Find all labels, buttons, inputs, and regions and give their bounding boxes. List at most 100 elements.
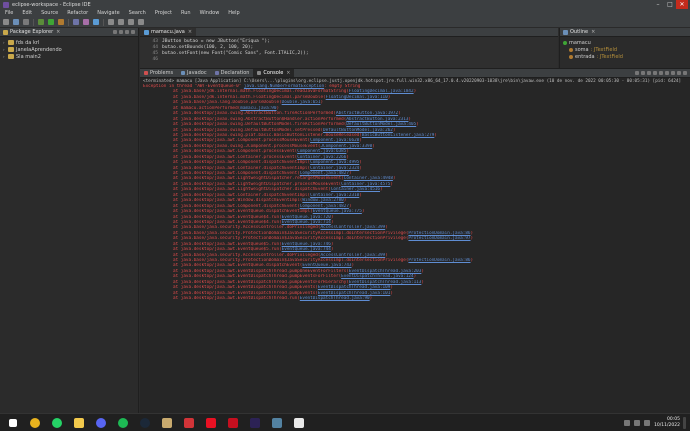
maximize-button[interactable]: □ (664, 0, 676, 9)
menu-search[interactable]: Search (129, 10, 146, 16)
source-link[interactable]: EventDispatchThread.java:109 (318, 285, 390, 290)
source-link[interactable]: JComponent.java:3398 (320, 144, 372, 149)
debug-icon[interactable] (38, 19, 44, 25)
tab-console[interactable]: Console × (253, 69, 295, 77)
source-link[interactable]: DefaultButtonModel.java:405 (346, 122, 416, 127)
new-package-icon[interactable] (83, 19, 89, 25)
source-link[interactable]: ProtectionDomain.java:86 (408, 258, 470, 263)
source-link[interactable]: EventQueue.java:744 (282, 247, 331, 252)
close-icon[interactable]: × (286, 70, 290, 76)
app-red3-icon[interactable] (224, 414, 242, 431)
source-link[interactable]: EventDispatchThread.java:101 (318, 291, 390, 296)
source-link[interactable]: EventQueue.java:743 (302, 263, 351, 268)
show-hidden-icons-icon[interactable] (624, 419, 631, 426)
source-link[interactable]: Container.java:4948 (344, 176, 393, 181)
menu-file[interactable]: File (5, 10, 13, 16)
menu-navigate[interactable]: Navigate (97, 10, 119, 16)
outline-item[interactable]: soma : JTextField (563, 46, 687, 53)
collapse-all-icon[interactable] (113, 30, 117, 34)
forward-icon[interactable] (138, 19, 144, 25)
chrome-icon[interactable] (26, 414, 44, 431)
menu-help[interactable]: Help (228, 10, 239, 16)
source-link[interactable]: Double.java:651 (282, 100, 321, 105)
view-menu-icon[interactable] (125, 30, 129, 34)
close-icon[interactable]: × (56, 29, 60, 35)
source-link[interactable]: EventDispatchThread.java:203 (349, 269, 421, 274)
source-link[interactable]: AbstractButton.java:1972 (336, 111, 398, 116)
source-link[interactable]: EventDispatchThread.java:113 (349, 280, 421, 285)
steam-icon[interactable] (136, 414, 154, 431)
source-link[interactable]: AccessController.java:399 (320, 225, 385, 230)
file-explorer-icon[interactable] (70, 414, 88, 431)
source-link[interactable]: FloatingDecimal.java:1842 (349, 89, 414, 94)
source-link[interactable]: AccessController.java:399 (320, 253, 385, 258)
tree-item-project[interactable]: › fds da krl (3, 39, 135, 46)
source-link[interactable]: Component.java:4827 (300, 204, 349, 209)
source-link[interactable]: FloatingDecimal.java:110 (326, 95, 388, 100)
clear-console-icon[interactable] (647, 71, 651, 75)
source-link[interactable]: Component.java:4827 (300, 171, 349, 176)
tree-item-project[interactable]: › JanelaAprendendo (3, 46, 135, 53)
editor-tab-mamacu[interactable]: mamacu.java × (140, 28, 197, 36)
network-icon[interactable] (634, 419, 641, 426)
run-icon[interactable] (48, 19, 54, 25)
minimize-button[interactable]: – (652, 0, 664, 9)
source-link[interactable]: Component.java:6620 (310, 138, 359, 143)
minimize-icon[interactable] (677, 71, 681, 75)
remove-launch-icon[interactable] (641, 71, 645, 75)
scroll-lock-icon[interactable] (653, 71, 657, 75)
source-link[interactable]: EventDispatchThread.java:90 (300, 296, 370, 301)
menu-run[interactable]: Run (181, 10, 191, 16)
source-link[interactable]: Window.java:2780 (302, 198, 343, 203)
tab-problems[interactable]: Problems (140, 69, 177, 77)
app-red2-icon[interactable] (202, 414, 220, 431)
source-link[interactable]: Component.java:6385 (297, 149, 346, 154)
source-link[interactable]: EventDispatchThread.java:124 (341, 274, 413, 279)
volume-icon[interactable] (644, 419, 651, 426)
app-red-icon[interactable] (180, 414, 198, 431)
menu-window[interactable]: Window (200, 10, 220, 16)
source-link[interactable]: Container.java:2310 (310, 193, 359, 198)
league-icon[interactable] (158, 414, 176, 431)
clock[interactable]: 00:05 10/11/2022 (654, 417, 680, 429)
tab-javadoc[interactable]: Javadoc (177, 69, 211, 77)
source-link[interactable]: Component.java:4995 (310, 160, 359, 165)
close-icon[interactable]: × (188, 29, 192, 35)
terminal-icon[interactable] (290, 414, 308, 431)
open-type-icon[interactable] (118, 19, 124, 25)
view-menu-icon[interactable] (671, 71, 675, 75)
source-link[interactable]: BasicButtonListener.java:279 (362, 133, 434, 138)
menu-edit[interactable]: Edit (22, 10, 32, 16)
pin-console-icon[interactable] (659, 71, 663, 75)
show-desktop-button[interactable] (683, 416, 686, 429)
java-icon[interactable] (268, 414, 286, 431)
code-area[interactable]: 43 JButton butao = new JButton("Eriqua "… (140, 37, 558, 63)
source-link[interactable]: Container.java:2266 (297, 155, 346, 160)
menu-source[interactable]: Source (41, 10, 58, 16)
save-all-icon[interactable] (23, 19, 29, 25)
eclipse-icon[interactable] (246, 414, 264, 431)
menu-project[interactable]: Project (155, 10, 172, 16)
display-console-icon[interactable] (665, 71, 669, 75)
source-link[interactable]: EventQueue.java:714 (282, 220, 331, 225)
tree-item-project[interactable]: › Sla main2 (3, 53, 135, 60)
discord-icon[interactable] (92, 414, 110, 431)
external-tools-icon[interactable] (58, 19, 64, 25)
source-link[interactable]: DefaultButtonModel.java:262 (323, 128, 393, 133)
source-link[interactable]: ProtectionDomain.java:97 (408, 236, 470, 241)
source-link[interactable]: EventQueue.java:746 (282, 242, 331, 247)
menu-refactor[interactable]: Refactor (67, 10, 88, 16)
search-icon[interactable] (108, 19, 114, 25)
close-icon[interactable]: × (591, 29, 595, 35)
console-output[interactable]: Exception in thread "AWT-EventQueue-0" j… (140, 84, 690, 302)
source-link[interactable]: Container.java:2324 (310, 166, 359, 171)
source-link[interactable]: EventQueue.java:720 (282, 215, 331, 220)
back-icon[interactable] (128, 19, 134, 25)
source-link[interactable]: Container.java:4516 (331, 187, 380, 192)
outline-item[interactable]: entrada : JTextField (563, 53, 687, 60)
outline-item[interactable]: mamacu (563, 39, 687, 46)
close-button[interactable]: ✕ (676, 0, 688, 9)
source-link[interactable]: AbstractButton.java:2313 (346, 117, 408, 122)
source-link[interactable]: java.lang.NumberFormatException (244, 84, 324, 89)
maximize-icon[interactable] (683, 71, 687, 75)
